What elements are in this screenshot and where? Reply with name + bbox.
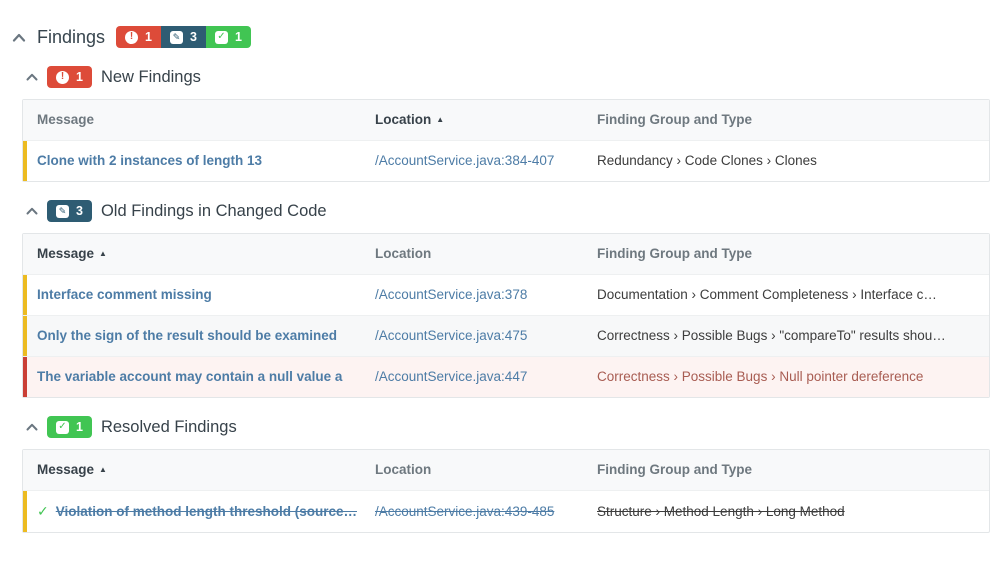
table-header-row: Message▲ Location Finding Group and Type: [23, 450, 989, 490]
table-header-row: Message▲ Location Finding Group and Type: [23, 234, 989, 274]
finding-message-link[interactable]: Only the sign of the result should be ex…: [37, 328, 337, 343]
finding-group-cell: Correctness › Possible Bugs › Null point…: [597, 357, 989, 397]
chevron-up-icon[interactable]: [12, 33, 26, 42]
severity-stripe: [23, 491, 27, 532]
check-square-icon: ✓: [215, 31, 228, 44]
column-header-location[interactable]: Location▲: [375, 100, 597, 140]
column-header-message[interactable]: Message▲: [23, 450, 375, 490]
finding-location-link[interactable]: /AccountService.java:384-407: [375, 153, 554, 168]
old-findings-table: Message▲ Location Finding Group and Type…: [22, 233, 990, 398]
section-title: Old Findings in Changed Code: [101, 202, 327, 221]
severity-stripe: [23, 357, 27, 397]
resolved-findings-badge: ✓ 1: [47, 416, 92, 438]
check-icon: ✓: [37, 503, 49, 519]
chevron-up-icon[interactable]: [26, 207, 38, 215]
severity-stripe: [23, 141, 27, 181]
table-row[interactable]: Only the sign of the result should be ex…: [23, 315, 989, 356]
column-header-group[interactable]: Finding Group and Type: [597, 234, 989, 274]
sort-ascending-icon: ▲: [99, 465, 107, 474]
finding-message-cell[interactable]: Interface comment missing: [23, 275, 375, 315]
sort-ascending-icon: ▲: [436, 115, 444, 124]
column-header-group[interactable]: Finding Group and Type: [597, 100, 989, 140]
findings-section-header[interactable]: Findings ! 1 ✎ 3 ✓ 1: [0, 26, 1000, 48]
badge-count: 1: [76, 420, 83, 434]
sort-ascending-icon: ▲: [99, 249, 107, 258]
resolved-findings-badge: ✓ 1: [206, 26, 251, 48]
column-header-location[interactable]: Location: [375, 234, 597, 274]
finding-location-cell[interactable]: /AccountService.java:384-407: [375, 141, 597, 181]
findings-summary-badges: ! 1 ✎ 3 ✓ 1: [116, 26, 251, 48]
new-findings-badge: ! 1: [116, 26, 161, 48]
finding-location-cell[interactable]: /AccountService.java:447: [375, 357, 597, 397]
code-identifier: account: [120, 369, 172, 384]
severity-stripe: [23, 275, 27, 315]
finding-group-cell: Structure › Method Length › Long Method: [597, 492, 989, 532]
finding-location-cell[interactable]: /AccountService.java:378: [375, 275, 597, 315]
column-header-group[interactable]: Finding Group and Type: [597, 450, 989, 490]
old-findings-section-header[interactable]: ✎ 3 Old Findings in Changed Code: [26, 200, 1000, 222]
table-header-row: Message Location▲ Finding Group and Type: [23, 100, 989, 140]
new-findings-section-header[interactable]: ! 1 New Findings: [26, 66, 1000, 88]
finding-location-cell[interactable]: /AccountService.java:439-485: [375, 492, 597, 532]
finding-location-link[interactable]: /AccountService.java:447: [375, 369, 527, 384]
old-findings-badge: ✎ 3: [161, 26, 206, 48]
new-findings-badge: ! 1: [47, 66, 92, 88]
check-square-icon: ✓: [56, 421, 69, 434]
badge-count: 1: [76, 70, 83, 84]
finding-message-cell[interactable]: Clone with 2 instances of length 13: [23, 141, 375, 181]
badge-count: 3: [76, 204, 83, 218]
finding-group-cell: Correctness › Possible Bugs › "compareTo…: [597, 316, 989, 356]
new-findings-count: 1: [145, 30, 152, 44]
column-header-message[interactable]: Message▲: [23, 234, 375, 274]
old-findings-badge: ✎ 3: [47, 200, 92, 222]
finding-group-cell: Documentation › Comment Completeness › I…: [597, 275, 989, 315]
finding-message-link[interactable]: The variable account may contain a null …: [37, 369, 342, 384]
table-row-resolved[interactable]: ✓ Violation of method length threshold (s…: [23, 490, 989, 532]
finding-location-cell[interactable]: /AccountService.java:475: [375, 316, 597, 356]
pencil-square-icon: ✎: [170, 31, 183, 44]
section-title: Resolved Findings: [101, 418, 237, 437]
finding-message-link[interactable]: Clone with 2 instances of length 13: [37, 153, 262, 168]
column-header-message[interactable]: Message: [23, 100, 375, 140]
section-title: New Findings: [101, 68, 201, 87]
severity-stripe: [23, 316, 27, 356]
finding-location-link[interactable]: /AccountService.java:378: [375, 287, 527, 302]
finding-location-link[interactable]: /AccountService.java:439-485: [375, 504, 554, 519]
new-findings-table: Message Location▲ Finding Group and Type…: [22, 99, 990, 182]
finding-location-link[interactable]: /AccountService.java:475: [375, 328, 527, 343]
resolved-findings-count: 1: [235, 30, 242, 44]
table-row-danger[interactable]: The variable account may contain a null …: [23, 356, 989, 397]
pencil-square-icon: ✎: [56, 205, 69, 218]
finding-message-link[interactable]: Violation of method length threshold (so…: [56, 504, 357, 519]
table-row[interactable]: Clone with 2 instances of length 13 /Acc…: [23, 140, 989, 181]
finding-message-link[interactable]: Interface comment missing: [37, 287, 212, 302]
finding-message-cell[interactable]: The variable account may contain a null …: [23, 357, 375, 397]
resolved-findings-section-header[interactable]: ✓ 1 Resolved Findings: [26, 416, 1000, 438]
column-header-location[interactable]: Location: [375, 450, 597, 490]
chevron-up-icon[interactable]: [26, 73, 38, 81]
finding-message-cell[interactable]: Only the sign of the result should be ex…: [23, 316, 375, 356]
exclamation-circle-icon: !: [125, 31, 138, 44]
finding-message-cell[interactable]: ✓ Violation of method length threshold (s…: [23, 491, 375, 532]
finding-group-cell: Redundancy › Code Clones › Clones: [597, 141, 989, 181]
table-row[interactable]: Interface comment missing /AccountServic…: [23, 274, 989, 315]
resolved-findings-table: Message▲ Location Finding Group and Type…: [22, 449, 990, 533]
old-findings-count: 3: [190, 30, 197, 44]
exclamation-circle-icon: !: [56, 71, 69, 84]
page-title: Findings: [37, 27, 105, 48]
chevron-up-icon[interactable]: [26, 423, 38, 431]
